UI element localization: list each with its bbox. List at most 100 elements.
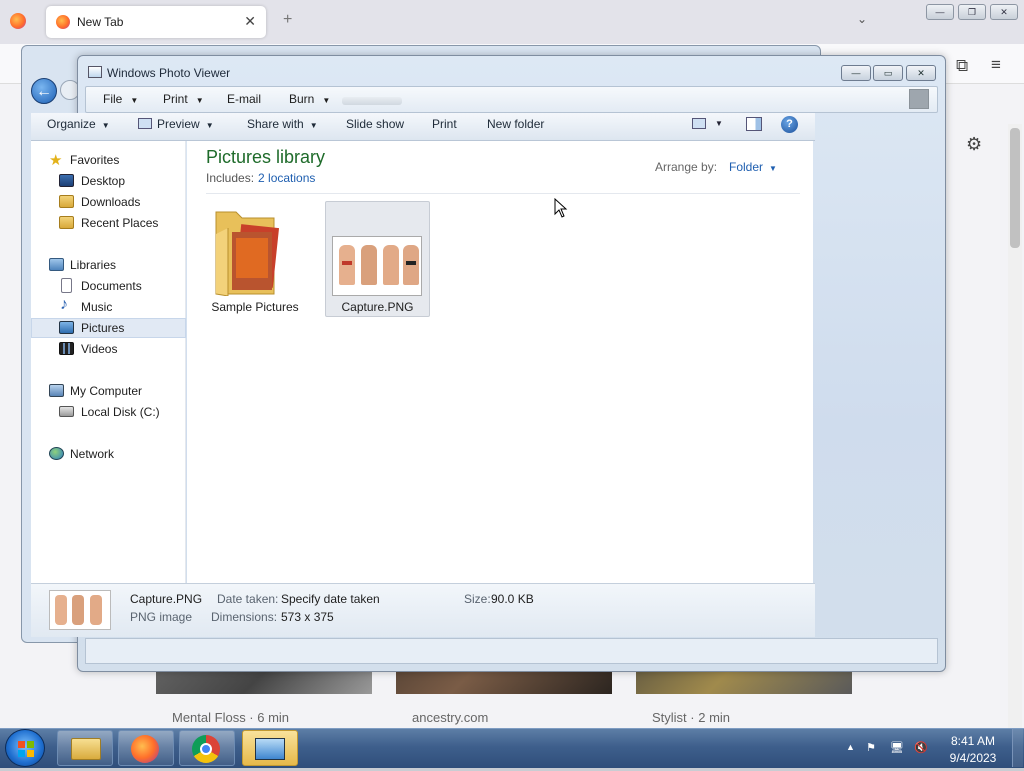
maximize-button[interactable]: ▭ bbox=[873, 65, 903, 81]
settings-gear-icon[interactable]: ⚙ bbox=[966, 134, 982, 155]
story-card-caption[interactable]: Mental Floss · 6 min bbox=[172, 710, 289, 725]
date-taken-value[interactable]: Specify date taken bbox=[281, 592, 380, 606]
nav-label: Desktop bbox=[81, 174, 126, 188]
clock-time: 8:41 AM bbox=[950, 734, 996, 748]
tab-close-icon[interactable]: ✕ bbox=[244, 13, 256, 30]
music-icon: ♪ bbox=[60, 296, 68, 313]
tab-title: New Tab bbox=[77, 15, 124, 29]
firefox-close-button[interactable]: ✕ bbox=[990, 4, 1018, 20]
details-file-name: Capture.PNG bbox=[130, 592, 203, 606]
divider bbox=[206, 193, 800, 194]
organize-label: Organize bbox=[47, 117, 96, 131]
extensions-icon[interactable]: ⧉ bbox=[956, 56, 968, 76]
menu-email[interactable]: E-mail bbox=[227, 92, 261, 106]
videos-icon bbox=[59, 342, 74, 355]
dropdown-arrow-icon: ▼ bbox=[101, 121, 110, 130]
back-arrow-icon[interactable]: ← bbox=[31, 78, 57, 104]
photo-viewer-menu-bar bbox=[85, 86, 938, 113]
taskbar-explorer[interactable] bbox=[57, 730, 113, 766]
new-folder-button[interactable]: New folder bbox=[487, 117, 544, 131]
firefox-minimize-button[interactable]: — bbox=[926, 4, 954, 20]
dropdown-arrow-icon: ▼ bbox=[195, 96, 204, 105]
file-name: Capture.PNG bbox=[341, 300, 414, 314]
nav-label: Local Disk (C:) bbox=[81, 405, 160, 419]
help-icon[interactable]: ? bbox=[781, 116, 798, 133]
dimensions-label: Dimensions: bbox=[211, 610, 278, 624]
disk-icon bbox=[59, 406, 74, 417]
preview-pane-icon[interactable] bbox=[746, 117, 762, 131]
menu-print-label: Print bbox=[163, 92, 188, 106]
photo-viewer-icon bbox=[88, 66, 102, 78]
menu-burn[interactable]: Burn ▼ bbox=[289, 92, 330, 106]
dimensions-value: 573 x 375 bbox=[281, 610, 334, 624]
volume-muted-icon[interactable]: 🔇 bbox=[914, 741, 928, 754]
library-title: Pictures library bbox=[206, 147, 326, 167]
organize-button[interactable]: Organize ▼ bbox=[47, 117, 110, 131]
help-icon[interactable] bbox=[909, 89, 929, 109]
menu-file[interactable]: File ▼ bbox=[103, 92, 138, 106]
new-tab-button[interactable]: + bbox=[283, 11, 292, 29]
story-card-caption[interactable]: Stylist · 2 min bbox=[652, 710, 730, 725]
menu-burn-label: Burn bbox=[289, 92, 315, 106]
dropdown-arrow-icon: ▼ bbox=[205, 121, 214, 130]
includes-label: Includes: bbox=[206, 171, 255, 185]
nav-label: Libraries bbox=[70, 258, 117, 272]
chrome-icon bbox=[192, 735, 220, 763]
view-options-icon[interactable] bbox=[692, 118, 706, 129]
minimize-button[interactable]: — bbox=[841, 65, 871, 81]
show-hidden-icons-icon[interactable]: ▲ bbox=[846, 742, 855, 752]
show-desktop-button[interactable] bbox=[1012, 729, 1023, 767]
scrollbar-thumb[interactable] bbox=[1010, 128, 1020, 248]
dropdown-arrow-icon: ▼ bbox=[322, 96, 331, 105]
date-taken-label: Date taken: bbox=[217, 592, 279, 606]
network-icon bbox=[49, 447, 64, 460]
nav-label: Favorites bbox=[70, 153, 120, 167]
dropdown-arrow-icon: ▼ bbox=[130, 96, 139, 105]
taskbar-firefox[interactable] bbox=[118, 730, 174, 766]
action-center-icon[interactable]: ⚑ bbox=[866, 741, 876, 754]
taskbar-photo-viewer[interactable] bbox=[242, 730, 298, 766]
firefox-logo-icon bbox=[10, 13, 26, 29]
details-thumbnail bbox=[49, 590, 111, 630]
library-includes: Includes: 2 locations bbox=[206, 171, 315, 185]
folder-icon bbox=[215, 211, 280, 296]
menu-icon[interactable]: ≡ bbox=[991, 55, 1001, 75]
share-with-button[interactable]: Share with ▼ bbox=[247, 117, 318, 131]
menu-email-label: E-mail bbox=[227, 92, 262, 106]
recent-places-icon bbox=[59, 216, 74, 229]
star-icon: ★ bbox=[49, 152, 63, 169]
nav-label: Videos bbox=[81, 342, 118, 356]
preview-label: Preview bbox=[157, 117, 200, 131]
nav-label: My Computer bbox=[70, 384, 143, 398]
size-label: Size: bbox=[464, 592, 491, 606]
view-options-arrow-icon[interactable]: ▼ bbox=[715, 119, 723, 128]
share-with-label: Share with bbox=[247, 117, 304, 131]
print-button[interactable]: Print bbox=[432, 117, 457, 131]
locations-link[interactable]: 2 locations bbox=[258, 171, 315, 185]
mouse-cursor-icon bbox=[554, 198, 568, 218]
libraries-icon bbox=[49, 258, 64, 271]
menu-file-label: File bbox=[103, 92, 123, 106]
story-card-caption[interactable]: ancestry.com bbox=[412, 710, 488, 725]
start-button[interactable] bbox=[5, 729, 45, 767]
taskbar-chrome[interactable] bbox=[179, 730, 235, 766]
pictures-icon bbox=[59, 321, 74, 334]
window-title: Windows Photo Viewer bbox=[107, 66, 231, 80]
preview-icon bbox=[138, 118, 152, 129]
menu-print[interactable]: Print ▼ bbox=[163, 92, 204, 106]
computer-icon bbox=[49, 384, 64, 397]
slide-show-button[interactable]: Slide show bbox=[346, 117, 404, 131]
tab-list-button[interactable]: ⌄ bbox=[857, 12, 867, 26]
arrange-by-dropdown[interactable]: Folder ▼ bbox=[729, 160, 777, 174]
close-button[interactable]: ✕ bbox=[906, 65, 936, 81]
dropdown-arrow-icon: ▼ bbox=[309, 121, 318, 130]
network-tray-icon[interactable]: 🖥 bbox=[890, 741, 904, 754]
tab-new-tab[interactable]: New Tab ✕ bbox=[46, 6, 266, 38]
size-value: 90.0 KB bbox=[491, 592, 534, 606]
firefox-maximize-button[interactable]: ❐ bbox=[958, 4, 986, 20]
file-name: Sample Pictures bbox=[211, 300, 299, 314]
photo-viewer-icon bbox=[255, 738, 285, 760]
clock[interactable]: 8:41 AM 9/4/2023 bbox=[944, 733, 1002, 767]
preview-button[interactable]: Preview ▼ bbox=[138, 117, 214, 131]
dropdown-arrow-icon: ▼ bbox=[769, 164, 777, 173]
